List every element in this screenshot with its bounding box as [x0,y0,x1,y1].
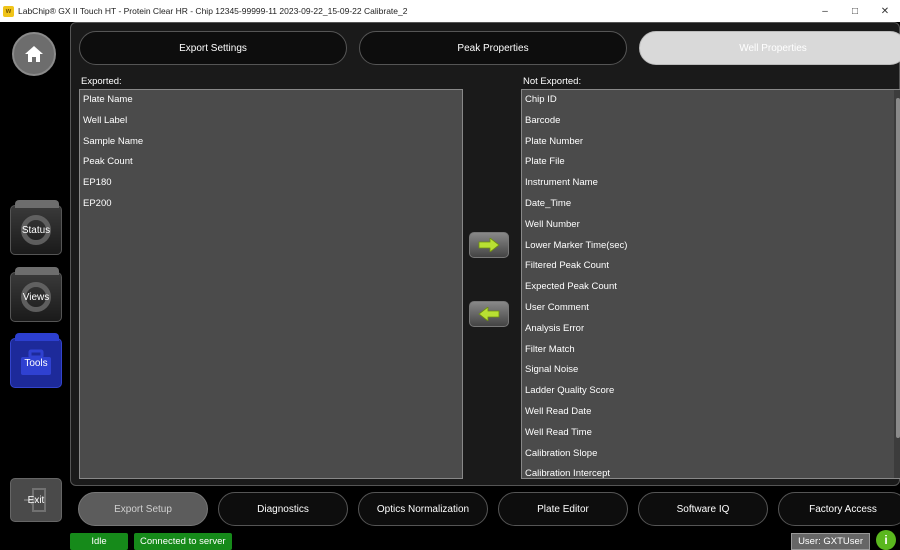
bottom-tab-bar: Export Setup Diagnostics Optics Normaliz… [78,492,900,526]
list-item[interactable]: User Comment [522,298,900,319]
tab-peak-properties[interactable]: Peak Properties [359,31,627,65]
not-exported-label: Not Exported: [523,76,582,87]
tab-export-settings[interactable]: Export Settings [79,31,347,65]
list-item[interactable]: Plate Name [80,90,462,111]
window-controls: – □ ✕ [810,0,900,22]
top-tab-bar: Export Settings Peak Properties Well Pro… [79,31,900,65]
exported-label: Exported: [81,76,122,87]
list-item[interactable]: EP180 [80,173,462,194]
move-to-exported-button[interactable] [469,301,509,327]
list-item[interactable]: Ladder Quality Score [522,381,900,402]
list-item[interactable]: Signal Noise [522,360,900,381]
list-item[interactable]: Calibration Slope [522,444,900,465]
left-sidebar: Status Views Tools [0,22,68,550]
window-title: LabChip® GX II Touch HT - Protein Clear … [18,6,408,16]
close-button[interactable]: ✕ [870,6,900,17]
list-item[interactable]: Chip ID [522,90,900,111]
list-item[interactable]: Lower Marker Time(sec) [522,236,900,257]
home-icon [25,46,43,62]
labchip-app-icon: w [3,5,14,17]
maximize-button[interactable]: □ [840,6,870,17]
status-bar: Idle Connected to server [70,533,238,550]
views-button[interactable]: Views [10,267,62,322]
move-to-not-exported-button[interactable] [469,232,509,258]
list-item[interactable]: Analysis Error [522,319,900,340]
arrow-right-icon [478,238,500,252]
not-exported-scrollbar[interactable] [894,90,900,478]
tab-factory-access[interactable]: Factory Access [778,492,900,526]
status-button[interactable]: Status [10,200,62,255]
info-icon[interactable]: i [876,530,896,550]
list-item[interactable]: Well Read Date [522,402,900,423]
list-item[interactable]: Filter Match [522,340,900,361]
exported-list[interactable]: Plate Name Well Label Sample Name Peak C… [79,89,463,479]
tab-plate-editor[interactable]: Plate Editor [498,492,628,526]
user-badge[interactable]: User: GXTUser [791,533,870,550]
list-item[interactable]: Well Read Time [522,423,900,444]
not-exported-list[interactable]: Chip ID Barcode Plate Number Plate File … [521,89,900,479]
list-item[interactable]: Peak Count [80,152,462,173]
list-item[interactable]: Plate File [522,152,900,173]
list-item[interactable]: Plate Number [522,132,900,153]
tab-diagnostics[interactable]: Diagnostics [218,492,348,526]
scrollbar-thumb[interactable] [896,98,900,438]
list-item[interactable]: Expected Peak Count [522,277,900,298]
tab-optics-normalization[interactable]: Optics Normalization [358,492,488,526]
tab-well-properties[interactable]: Well Properties [639,31,900,65]
list-item[interactable]: Barcode [522,111,900,132]
exit-button-label: Exit [27,494,45,506]
list-item[interactable]: Instrument Name [522,173,900,194]
list-item[interactable]: EP200 [80,194,462,215]
arrow-left-icon [478,307,500,321]
state-badge: Idle [70,533,128,550]
list-item[interactable]: Date_Time [522,194,900,215]
connection-badge: Connected to server [134,533,232,550]
list-item[interactable]: Calibration Intercept [522,464,900,478]
tools-button[interactable]: Tools [10,333,62,388]
tools-button-label: Tools [24,357,48,369]
list-item[interactable]: Well Label [80,111,462,132]
views-button-label: Views [22,291,50,303]
list-item[interactable]: Filtered Peak Count [522,256,900,277]
list-item[interactable]: Well Number [522,215,900,236]
exit-button[interactable]: Exit [10,478,62,522]
status-button-label: Status [21,224,51,236]
home-button[interactable] [12,32,56,76]
list-item[interactable]: Sample Name [80,132,462,153]
minimize-button[interactable]: – [810,6,840,17]
window-title-bar: w LabChip® GX II Touch HT - Protein Clea… [0,0,900,22]
tab-export-setup[interactable]: Export Setup [78,492,208,526]
tab-software-iq[interactable]: Software IQ [638,492,768,526]
main-panel: Export Settings Peak Properties Well Pro… [70,22,900,486]
